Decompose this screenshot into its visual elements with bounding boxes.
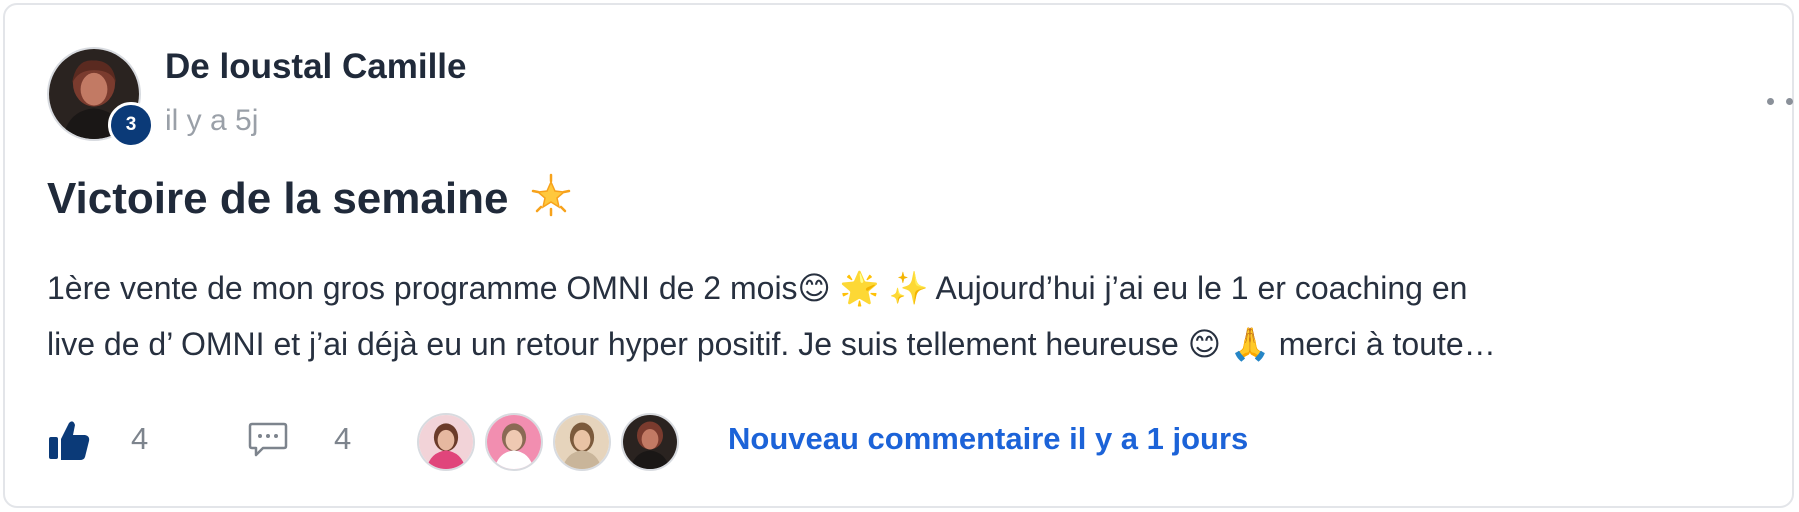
post-footer: 4 4 Nouveau commentaire il y a 1 jours: [47, 413, 1747, 473]
glowing-star-icon: [531, 173, 570, 217]
post-card: 3 De loustal Camille il y a 5j Victoire …: [3, 3, 1794, 508]
commenter-avatar[interactable]: [553, 413, 611, 471]
post-body-line: live de d’ OMNI et j’ai déjà eu un retou…: [47, 326, 1496, 362]
new-comment-link[interactable]: Nouveau commentaire il y a 1 jours: [728, 421, 1248, 457]
post-title-text: Victoire de la semaine: [47, 174, 509, 223]
thumbs-up-icon[interactable]: [47, 417, 91, 463]
more-options-button[interactable]: [1767, 89, 1799, 113]
commenter-avatar[interactable]: [417, 413, 475, 471]
post-header: 3 De loustal Camille il y a 5j: [47, 45, 1793, 148]
post-timestamp: il y a 5j: [165, 104, 259, 137]
commenter-avatar[interactable]: [621, 413, 679, 471]
more-dot: [1785, 97, 1793, 105]
commenter-avatar[interactable]: [485, 413, 543, 471]
author-name[interactable]: De loustal Camille: [165, 47, 466, 87]
comment-bubble-icon[interactable]: [247, 419, 289, 461]
author-avatar[interactable]: 3: [47, 47, 154, 148]
post-title[interactable]: Victoire de la semaine: [47, 173, 573, 224]
comment-count: 4: [334, 421, 352, 456]
like-count: 4: [131, 421, 149, 456]
post-body[interactable]: 1ère vente de mon gros programme OMNI de…: [47, 260, 1727, 372]
level-badge: 3: [108, 102, 154, 148]
post-body-line: 1ère vente de mon gros programme OMNI de…: [47, 270, 1468, 306]
more-horizontal-icon: [1767, 97, 1774, 105]
